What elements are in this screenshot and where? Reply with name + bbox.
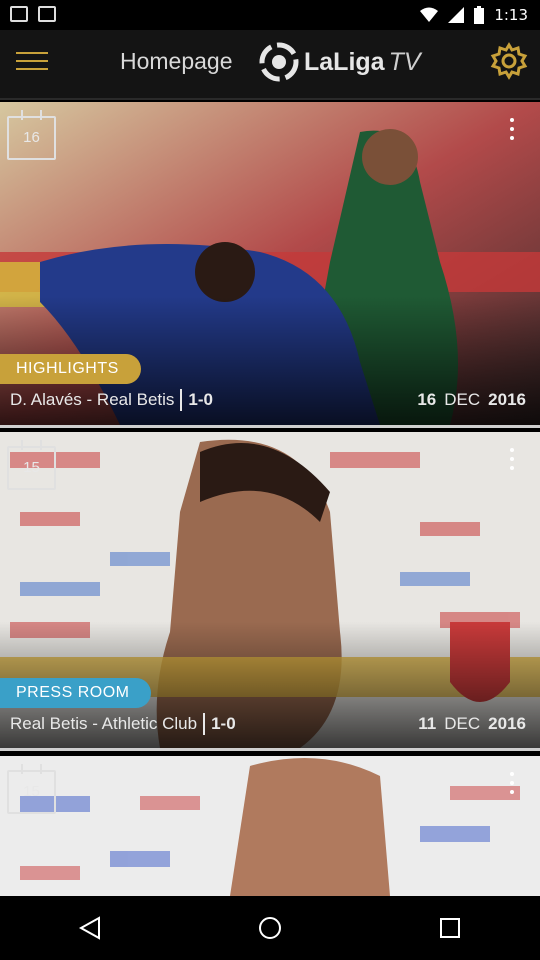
- divider: [203, 713, 206, 735]
- calendar-icon: 15: [7, 440, 56, 490]
- wifi-icon: [420, 7, 439, 22]
- battery-icon: [474, 6, 485, 24]
- recents-icon: [440, 918, 460, 938]
- match-score: 1-0: [188, 390, 213, 409]
- more-vert-icon: [504, 772, 520, 794]
- match-date: 16 DEC 2016: [417, 388, 526, 412]
- logo-tv-text: TV: [388, 47, 421, 76]
- day-badge: 15: [23, 783, 40, 800]
- app-bar: Homepage LaLiga TV: [0, 30, 540, 100]
- notification-icon: [38, 6, 56, 22]
- more-options-button[interactable]: [504, 114, 520, 148]
- system-nav-bar: [0, 896, 540, 960]
- back-button[interactable]: [70, 908, 110, 948]
- back-icon: [78, 916, 100, 940]
- notification-icon: [10, 6, 28, 22]
- day-badge: 15: [23, 459, 40, 476]
- divider: [180, 389, 183, 411]
- laliga-tv-logo: LaLiga TV: [258, 42, 421, 82]
- category-tag: PRESS ROOM: [0, 678, 152, 708]
- match-info: Real Betis - Athletic Club 1-0: [10, 712, 236, 736]
- video-card[interactable]: 15 PRESS ROOM Real Betis - Athletic Club…: [0, 432, 540, 748]
- recents-button[interactable]: [430, 908, 470, 948]
- date-day: 16: [417, 390, 437, 409]
- divider: [0, 748, 540, 751]
- calendar-icon: 15: [7, 764, 56, 814]
- status-bar: 1:13: [0, 0, 540, 30]
- more-vert-icon: [504, 448, 520, 470]
- date-month: DEC: [444, 390, 481, 409]
- page-title: Homepage: [120, 48, 233, 74]
- date-day: 11: [418, 714, 437, 733]
- more-options-button[interactable]: [504, 444, 520, 478]
- signal-icon: [448, 7, 465, 23]
- match-score: 1-0: [211, 714, 236, 733]
- home-icon: [259, 917, 281, 939]
- settings-button[interactable]: [490, 42, 528, 80]
- status-time: 1:13: [494, 6, 528, 24]
- date-year: 2016: [488, 390, 526, 409]
- date-month: DEC: [444, 714, 481, 733]
- notification-icons: [10, 6, 56, 22]
- calendar-icon: 16: [7, 110, 56, 160]
- match-info: D. Alavés - Real Betis 1-0: [10, 388, 213, 412]
- video-card[interactable]: 16 HIGHLIGHTS D. Alavés - Real Betis 1-0…: [0, 102, 540, 425]
- divider: [0, 425, 540, 428]
- menu-button[interactable]: [12, 44, 52, 78]
- match-teams: D. Alavés - Real Betis: [10, 390, 175, 409]
- category-tag: HIGHLIGHTS: [0, 354, 141, 384]
- interview-thumbnail: [0, 756, 540, 896]
- video-card[interactable]: 15: [0, 756, 540, 896]
- more-options-button[interactable]: [504, 768, 520, 802]
- more-vert-icon: [504, 118, 520, 140]
- match-teams: Real Betis - Athletic Club: [10, 714, 198, 733]
- gear-icon: [490, 42, 528, 80]
- home-button[interactable]: [250, 908, 290, 948]
- laliga-logo-icon: [259, 42, 299, 82]
- match-date: 11 DEC 2016: [418, 712, 526, 736]
- date-year: 2016: [488, 714, 526, 733]
- logo-text: LaLiga: [304, 47, 385, 76]
- day-badge: 16: [23, 129, 40, 146]
